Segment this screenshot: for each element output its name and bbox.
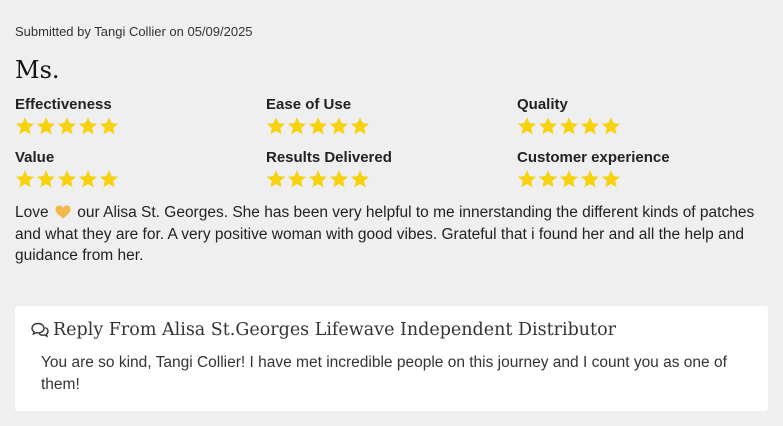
star-icon <box>580 116 600 136</box>
star-icon <box>538 169 558 189</box>
chat-icon <box>31 322 49 338</box>
star-icon <box>57 169 77 189</box>
star-icon <box>308 116 328 136</box>
rating-customer-experience: Customer experience <box>517 149 757 189</box>
star-icon <box>36 116 56 136</box>
star-icon <box>559 116 579 136</box>
reply-text: You are so kind, Tangi Collier! I have m… <box>41 354 727 393</box>
star-icon <box>15 169 35 189</box>
rating-label: Results Delivered <box>266 149 392 166</box>
star-icon <box>15 116 35 136</box>
review-text-rest: our Alisa St. Georges. She has been very… <box>15 204 755 264</box>
star-icon <box>517 116 537 136</box>
star-icon <box>538 116 558 136</box>
star-icon <box>287 169 307 189</box>
star-icon <box>266 169 286 189</box>
star-rating <box>517 116 757 136</box>
review-title: Ms. <box>15 56 60 84</box>
star-icon <box>308 169 328 189</box>
star-icon <box>580 169 600 189</box>
star-icon <box>601 116 621 136</box>
rating-ease-of-use: Ease of Use <box>266 96 506 136</box>
review-text-start: Love <box>15 204 49 221</box>
rating-label: Effectiveness <box>15 96 112 113</box>
star-icon <box>57 116 77 136</box>
star-icon <box>99 169 119 189</box>
rating-value: Value <box>15 149 255 189</box>
review-text: Love our Alisa St. Georges. She has been… <box>15 202 771 267</box>
star-rating <box>517 169 757 189</box>
reply-title: Reply From Alisa St.Georges Lifewave Ind… <box>53 320 616 340</box>
heart-icon <box>55 204 71 219</box>
star-icon <box>99 116 119 136</box>
rating-label: Quality <box>517 96 568 113</box>
star-icon <box>36 169 56 189</box>
reply-heading: Reply From Alisa St.Georges Lifewave Ind… <box>31 320 616 340</box>
submission-meta: Submitted by Tangi Collier on 05/09/2025 <box>15 24 253 39</box>
star-rating <box>15 169 255 189</box>
star-icon <box>329 169 349 189</box>
star-icon <box>78 116 98 136</box>
reply-card: Reply From Alisa St.Georges Lifewave Ind… <box>15 306 768 411</box>
star-rating <box>15 116 255 136</box>
star-icon <box>78 169 98 189</box>
star-rating <box>266 169 506 189</box>
star-icon <box>559 169 579 189</box>
star-icon <box>350 116 370 136</box>
rating-results-delivered: Results Delivered <box>266 149 506 189</box>
star-icon <box>517 169 537 189</box>
star-rating <box>266 116 506 136</box>
star-icon <box>329 116 349 136</box>
rating-effectiveness: Effectiveness <box>15 96 255 136</box>
rating-label: Value <box>15 149 55 166</box>
star-icon <box>601 169 621 189</box>
star-icon <box>287 116 307 136</box>
rating-quality: Quality <box>517 96 757 136</box>
rating-label: Customer experience <box>517 149 670 166</box>
star-icon <box>350 169 370 189</box>
star-icon <box>266 116 286 136</box>
rating-label: Ease of Use <box>266 96 352 113</box>
